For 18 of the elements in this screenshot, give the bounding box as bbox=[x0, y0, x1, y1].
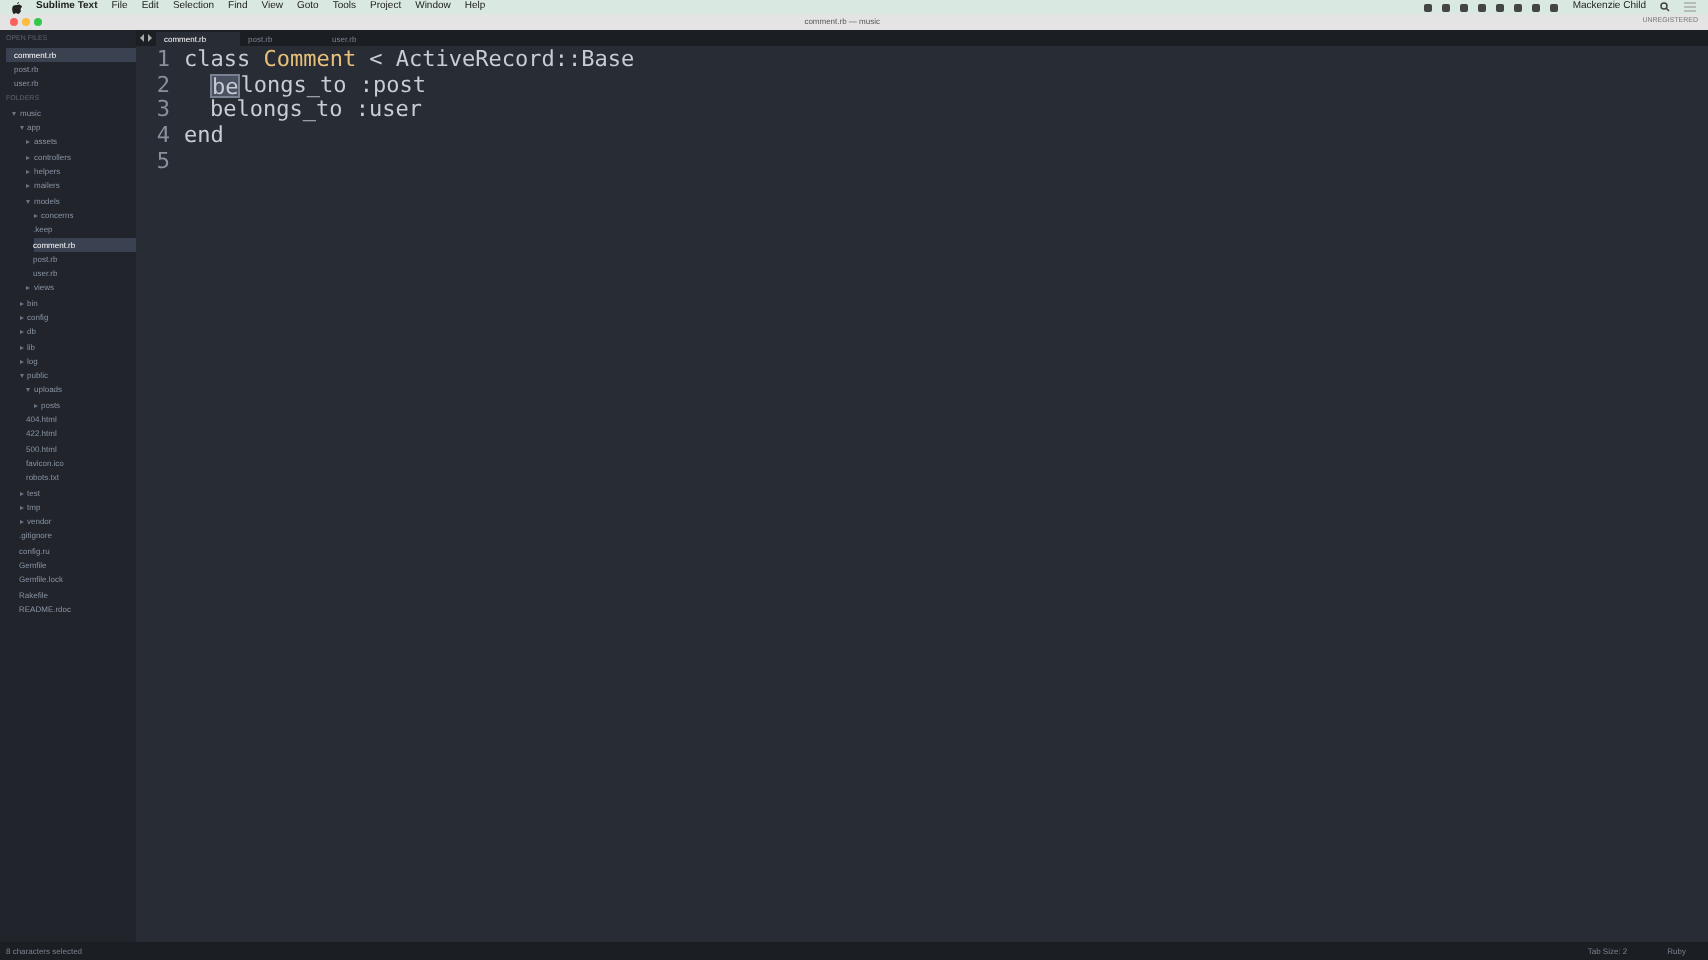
code-token: belongs_to :user bbox=[210, 98, 422, 125]
code-token: longs_to :post bbox=[240, 73, 426, 98]
line-number: 4 bbox=[154, 124, 172, 150]
status-icons-drawing bbox=[1424, 3, 1559, 11]
line-number: 5 bbox=[154, 149, 172, 175]
close-icon[interactable] bbox=[10, 18, 18, 26]
code-token: < ActiveRecord::Base bbox=[369, 48, 635, 74]
navigation-arrows-icon[interactable] bbox=[140, 34, 152, 42]
code-token: class bbox=[184, 48, 251, 74]
search-icon[interactable] bbox=[1660, 2, 1670, 12]
code-token: Comment bbox=[263, 48, 357, 74]
code-editor[interactable]: 1 class Comment < ActiveRecord::Base 2 belongs_to :post 3 belongs_to :user 4 end 5 bbox=[136, 46, 1708, 942]
code-token: end bbox=[184, 124, 224, 150]
selected-text: be bbox=[210, 73, 241, 99]
line-number: 3 bbox=[154, 98, 172, 125]
apple-icon[interactable] bbox=[12, 1, 22, 13]
line-number: 2 bbox=[154, 73, 172, 99]
line-number: 1 bbox=[154, 48, 172, 74]
